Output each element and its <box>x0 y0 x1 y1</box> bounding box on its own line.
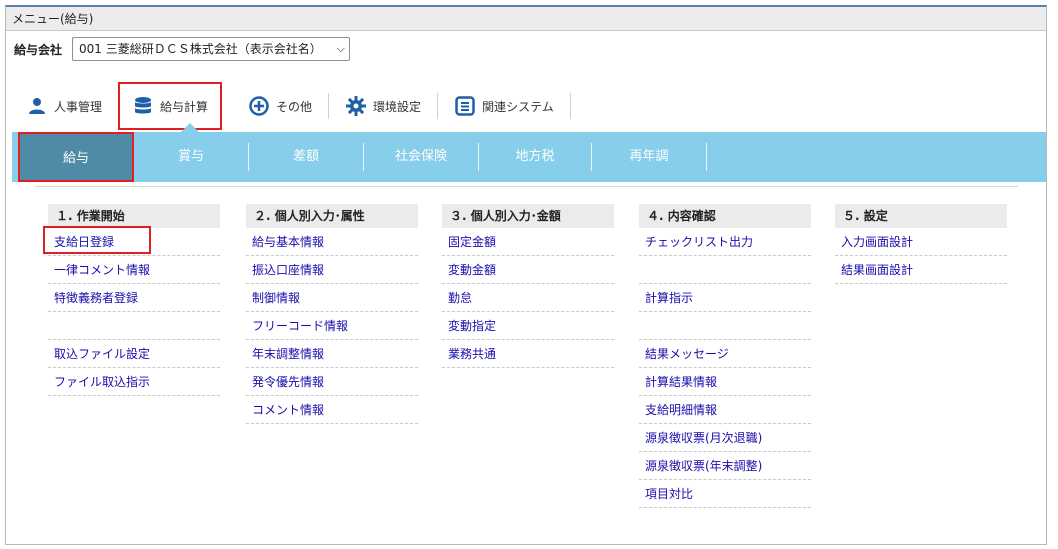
menu-link[interactable]: 一律コメント情報 <box>48 256 220 284</box>
menu-column-5: ５. 設定 入力画面設計 結果画面設計 <box>835 204 1007 284</box>
menu-link[interactable]: 年末調整情報 <box>246 340 418 368</box>
column-heading: １. 作業開始 <box>48 204 220 228</box>
tab-divider <box>706 143 707 171</box>
tab-chihozei[interactable]: 地方税 <box>479 132 591 182</box>
nav-divider <box>328 93 330 119</box>
nav-item-kanren[interactable]: 関連システム <box>442 86 566 126</box>
column-heading: ５. 設定 <box>835 204 1007 228</box>
menu-column-4: ４. 内容確認 チェックリスト出力 計算指示 結果メッセージ 計算結果情報 支給… <box>639 204 811 508</box>
menu-link[interactable]: 支給明細情報 <box>639 396 811 424</box>
tab-shoyo[interactable]: 賞与 <box>134 132 248 182</box>
top-navigation: 人事管理 給与計算 その他 環境設定 関連システム <box>14 82 575 130</box>
tab-bar: 給与 賞与 差額 社会保険 地方税 再年調 <box>12 132 1046 182</box>
menu-link[interactable]: 結果メッセージ <box>639 340 811 368</box>
menu-link[interactable]: 業務共通 <box>442 340 614 368</box>
nav-item-jinji[interactable]: 人事管理 <box>14 86 114 126</box>
menu-column-3: ３. 個人別入力･金額 固定金額 変動金額 勤怠 変動指定 業務共通 <box>442 204 614 368</box>
menu-link[interactable]: 結果画面設計 <box>835 256 1007 284</box>
nav-divider <box>437 93 439 119</box>
menu-link[interactable]: 変動金額 <box>442 256 614 284</box>
company-label: 給与会社 <box>14 42 63 57</box>
menu-link[interactable]: 入力画面設計 <box>835 228 1007 256</box>
nav-item-label: 環境設定 <box>373 99 422 114</box>
menu-link[interactable]: 変動指定 <box>442 312 614 340</box>
menu-link[interactable]: 発令優先情報 <box>246 368 418 396</box>
menu-link[interactable]: 計算指示 <box>639 284 811 312</box>
menu-link[interactable]: 項目対比 <box>639 480 811 508</box>
menu-link[interactable]: 固定金額 <box>442 228 614 256</box>
plus-circle-icon <box>248 95 270 117</box>
menu-link[interactable]: フリーコード情報 <box>246 312 418 340</box>
column-heading: ２. 個人別入力･属性 <box>246 204 418 228</box>
nav-item-label: 給与計算 <box>160 99 209 114</box>
nav-item-label: その他 <box>276 99 313 114</box>
nav-item-label: 人事管理 <box>54 99 103 114</box>
tab-sainencho[interactable]: 再年調 <box>592 132 706 182</box>
content-divider <box>35 186 1018 187</box>
menu-column-2: ２. 個人別入力･属性 給与基本情報 振込口座情報 制御情報 フリーコード情報 … <box>246 204 418 424</box>
nav-divider <box>569 93 571 119</box>
menu-link[interactable]: 源泉徴収票(年末調整) <box>639 452 811 480</box>
list-icon <box>454 95 476 117</box>
menu-link-empty <box>639 256 811 284</box>
menu-link[interactable]: 取込ファイル設定 <box>48 340 220 368</box>
menu-link[interactable]: 振込口座情報 <box>246 256 418 284</box>
menu-link[interactable]: 計算結果情報 <box>639 368 811 396</box>
company-select-value: 001 三菱総研ＤＣＳ株式会社（表示会社名） <box>79 42 322 56</box>
menu-link[interactable]: 制御情報 <box>246 284 418 312</box>
company-selector-row: 給与会社 001 三菱総研ＤＣＳ株式会社（表示会社名） ⌵ <box>14 36 351 62</box>
column-heading: ４. 内容確認 <box>639 204 811 228</box>
menu-link[interactable]: ファイル取込指示 <box>48 368 220 396</box>
nav-item-kyuyo-keisan[interactable]: 給与計算 <box>118 82 223 130</box>
menu-link[interactable]: 源泉徴収票(月次退職) <box>639 424 811 452</box>
window-title: メニュー(給与) <box>6 7 1046 31</box>
menu-link[interactable]: チェックリスト出力 <box>639 228 811 256</box>
nav-item-label: 関連システム <box>482 99 554 114</box>
person-icon <box>26 95 48 117</box>
tab-shakai-hoken[interactable]: 社会保険 <box>364 132 478 182</box>
nav-item-sonota[interactable]: その他 <box>236 86 324 126</box>
menu-link[interactable]: 給与基本情報 <box>246 228 418 256</box>
tab-sagaku[interactable]: 差額 <box>249 132 363 182</box>
menu-column-1: １. 作業開始 支給日登録 一律コメント情報 特徴義務者登録 取込ファイル設定 … <box>43 204 220 396</box>
company-select[interactable]: 001 三菱総研ＤＣＳ株式会社（表示会社名） ⌵ <box>72 37 351 61</box>
menu-link[interactable]: 特徴義務者登録 <box>48 284 220 312</box>
menu-link[interactable]: コメント情報 <box>246 396 418 424</box>
chevron-down-icon: ⌵ <box>336 42 346 55</box>
column-heading: ３. 個人別入力･金額 <box>442 204 614 228</box>
menu-link-empty <box>48 312 220 340</box>
database-icon <box>132 95 154 117</box>
menu-link[interactable]: 支給日登録 <box>43 226 220 256</box>
tab-kyuyo[interactable]: 給与 <box>18 132 134 182</box>
gear-icon <box>345 95 367 117</box>
nav-item-kankyo[interactable]: 環境設定 <box>333 86 433 126</box>
menu-link-empty <box>639 312 811 340</box>
menu-link[interactable]: 勤怠 <box>442 284 614 312</box>
